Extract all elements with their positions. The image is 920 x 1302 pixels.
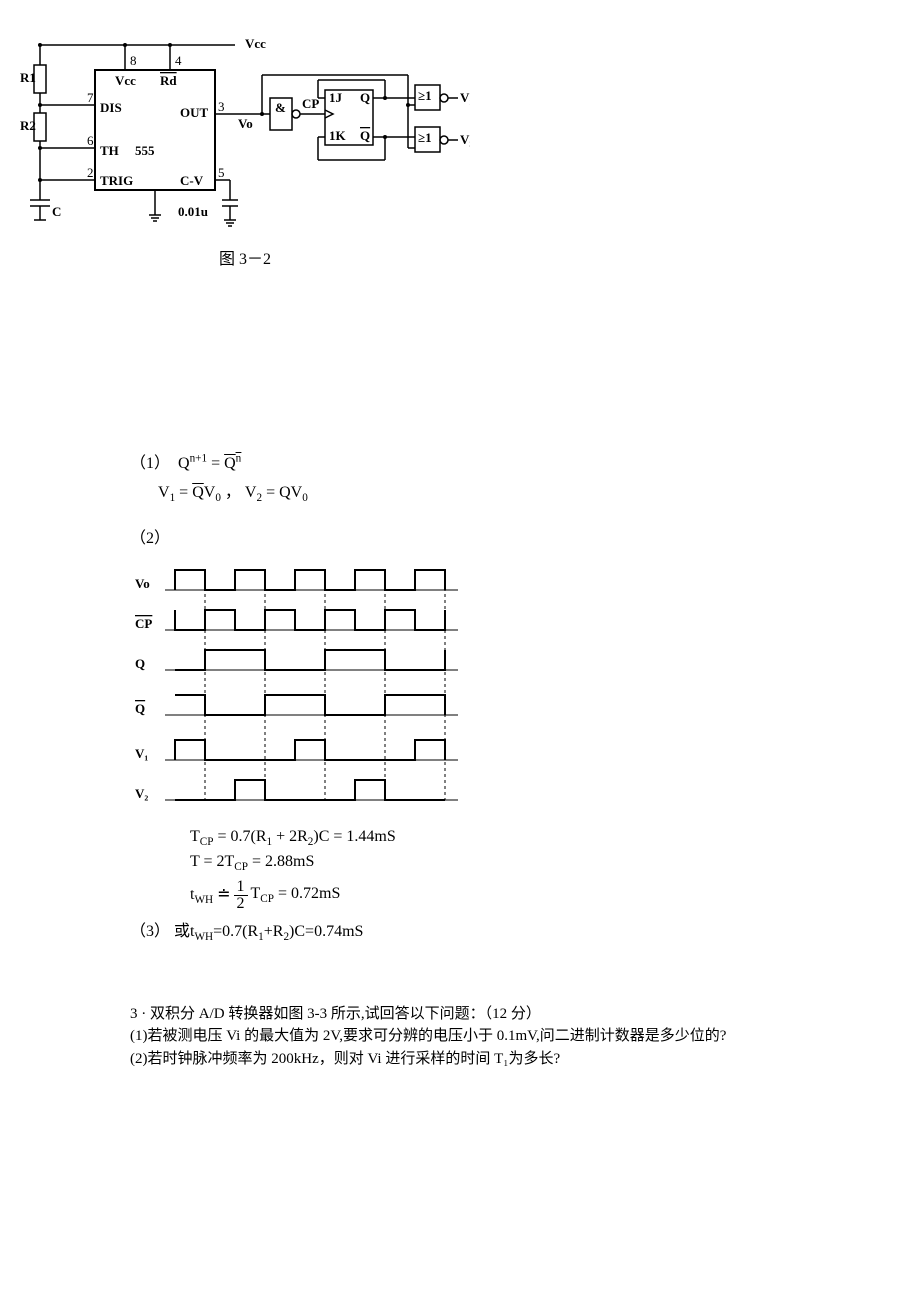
waveform-svg: Vo CP Q Q V₁ V₂	[130, 558, 460, 818]
svg-text:V₁: V₁	[460, 90, 470, 105]
part1-eq1: （1） Qn+1 = Qn	[130, 449, 920, 473]
part2-label: （2）	[130, 524, 920, 548]
svg-text:≥1: ≥1	[418, 88, 432, 103]
wf-label-vo: Vo	[135, 576, 150, 591]
circuit-svg: Vcc R1 R2 C 7 6 2 DIS TH TRIG OUT C-V 55…	[20, 20, 470, 240]
eq-qn1: Qn+1 = Qn	[174, 455, 241, 472]
part3-line: （3） 或tWH=0.7(R1+R2)C=0.74mS	[130, 917, 920, 943]
eq-t: T = 2TCP = 2.88mS	[190, 853, 920, 873]
q3-q2: (2)若时钟脉冲频率为 200kHz，则对 Vi 进行采样的时间 T₁为多长?	[130, 1048, 730, 1071]
svg-text:V₂: V₂	[460, 132, 470, 147]
label-q: Q	[360, 90, 370, 105]
label-pin2: 2	[87, 165, 94, 180]
waveform-diagram: Vo CP Q Q V₁ V₂	[130, 558, 460, 818]
label-vo-out: Vo	[238, 116, 253, 131]
wf-label-q: Q	[135, 656, 145, 671]
label-pin6: 6	[87, 133, 94, 148]
wf-label-v1: V₁	[135, 746, 148, 761]
label-and: &	[275, 100, 286, 115]
wf-label-qbar: Q	[135, 701, 145, 716]
svg-text:Rd: Rd	[160, 73, 177, 88]
eq-tcp: TCP = 0.7(R1 + 2R2)C = 1.44mS	[190, 828, 920, 848]
label-pin3: 3	[218, 99, 225, 114]
wf-label-v2: V₂	[135, 786, 148, 801]
label-r1: R1	[20, 70, 36, 85]
part3-label: （3）	[130, 923, 170, 940]
label-vcc: Vcc	[245, 36, 266, 51]
part1-label: （1）	[130, 455, 170, 472]
label-out: OUT	[180, 105, 209, 120]
part1-eq2: V1 = QV0 ， V2 = QV0	[158, 478, 920, 504]
label-cp: CP	[302, 96, 319, 111]
alt-prefix: 或	[174, 923, 190, 940]
label-1k: 1K	[329, 128, 347, 143]
q3-title: 3 · 双积分 A/D 转换器如图 3-3 所示,试回答以下问题：（12 分）	[130, 1003, 730, 1026]
label-555: 555	[135, 143, 155, 158]
label-vccin: Vcc	[115, 73, 136, 88]
q3-q1: (1)若被测电压 Vi 的最大值为 2V,要求可分辨的电压小于 0.1mV,问二…	[130, 1025, 730, 1048]
label-cv: C-V	[180, 173, 204, 188]
label-dis: DIS	[100, 100, 122, 115]
label-trig: TRIG	[100, 173, 133, 188]
eq-twh: tWH ≐ 1 2 TCP = 0.72mS	[190, 879, 920, 912]
svg-text:≥1: ≥1	[418, 130, 432, 145]
solution-block: （1） Qn+1 = Qn V1 = QV0 ， V2 = QV0 （2） Vo…	[130, 449, 920, 943]
label-r2: R2	[20, 118, 36, 133]
label-pin4: 4	[175, 53, 182, 68]
wf-label-cp: CP	[135, 616, 152, 631]
circuit-diagram: Vcc R1 R2 C 7 6 2 DIS TH TRIG OUT C-V 55…	[20, 20, 470, 240]
label-pin7: 7	[87, 90, 94, 105]
svg-text:Q: Q	[360, 128, 370, 143]
question-3-block: 3 · 双积分 A/D 转换器如图 3-3 所示,试回答以下问题：（12 分） …	[130, 1003, 730, 1071]
label-pin8: 8	[130, 53, 137, 68]
label-th: TH	[100, 143, 119, 158]
figure-caption: 图 3－2	[20, 245, 470, 269]
label-pin5: 5	[218, 165, 225, 180]
label-c: C	[52, 204, 61, 219]
label-01u: 0.01u	[178, 204, 208, 219]
label-1j: 1J	[329, 90, 343, 105]
